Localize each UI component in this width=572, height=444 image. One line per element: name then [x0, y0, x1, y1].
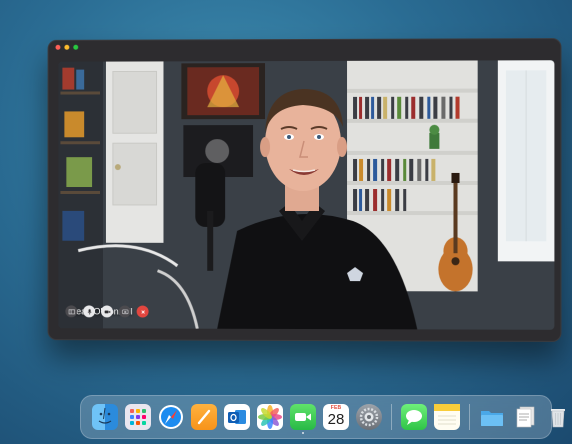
- dock: FEB 28: [80, 395, 552, 439]
- end-call-button[interactable]: [137, 306, 149, 318]
- call-controls: [65, 305, 148, 317]
- dock-pages[interactable]: [191, 404, 217, 430]
- notes-icon: [434, 404, 460, 430]
- trash-icon: [545, 404, 571, 430]
- pages-icon: [191, 404, 217, 430]
- safari-icon: [158, 404, 184, 430]
- video-scene: [58, 60, 554, 330]
- running-indicator: [302, 432, 304, 434]
- dock-finder[interactable]: [92, 404, 118, 430]
- outlook-icon: [224, 404, 250, 430]
- dock-safari[interactable]: [158, 404, 184, 430]
- facetime-icon: [290, 404, 316, 430]
- screen-share-icon: [121, 308, 128, 315]
- dock-facetime[interactable]: [290, 404, 316, 430]
- video-toggle-button[interactable]: [101, 305, 113, 317]
- dock-trash[interactable]: [545, 404, 571, 430]
- close-icon: [139, 308, 146, 315]
- facetime-window: Sean O'Connell: [48, 38, 562, 342]
- dock-notes[interactable]: [434, 404, 460, 430]
- gear-icon: [356, 404, 382, 430]
- message-bubble-icon: [401, 404, 427, 430]
- mute-button[interactable]: [83, 305, 95, 317]
- video-feed: Sean O'Connell: [58, 60, 554, 330]
- dock-system-settings[interactable]: [356, 404, 382, 430]
- dock-folder[interactable]: [479, 404, 505, 430]
- sidebar-toggle-button[interactable]: [65, 305, 77, 317]
- dock-separator: [469, 404, 470, 430]
- dock-documents[interactable]: [512, 404, 538, 430]
- dock-photos[interactable]: [257, 404, 283, 430]
- document-stack-icon: [512, 404, 538, 430]
- dock-messages[interactable]: [401, 404, 427, 430]
- finder-icon: [92, 404, 118, 430]
- microphone-icon: [86, 308, 93, 315]
- photos-icon: [257, 404, 283, 430]
- dock-outlook[interactable]: [224, 404, 250, 430]
- maximize-window-button[interactable]: [73, 45, 78, 50]
- sidebar-icon: [68, 308, 75, 315]
- camera-icon: [103, 308, 110, 315]
- dock-calendar[interactable]: FEB 28: [323, 404, 349, 430]
- folder-icon: [479, 404, 505, 430]
- screen-share-button[interactable]: [119, 306, 131, 318]
- calendar-day: 28: [323, 411, 349, 428]
- dock-launchpad[interactable]: [125, 404, 151, 430]
- close-window-button[interactable]: [55, 45, 60, 50]
- window-traffic-lights: [55, 45, 78, 50]
- dock-separator: [391, 404, 392, 430]
- launchpad-icon: [125, 404, 151, 430]
- minimize-window-button[interactable]: [64, 45, 69, 50]
